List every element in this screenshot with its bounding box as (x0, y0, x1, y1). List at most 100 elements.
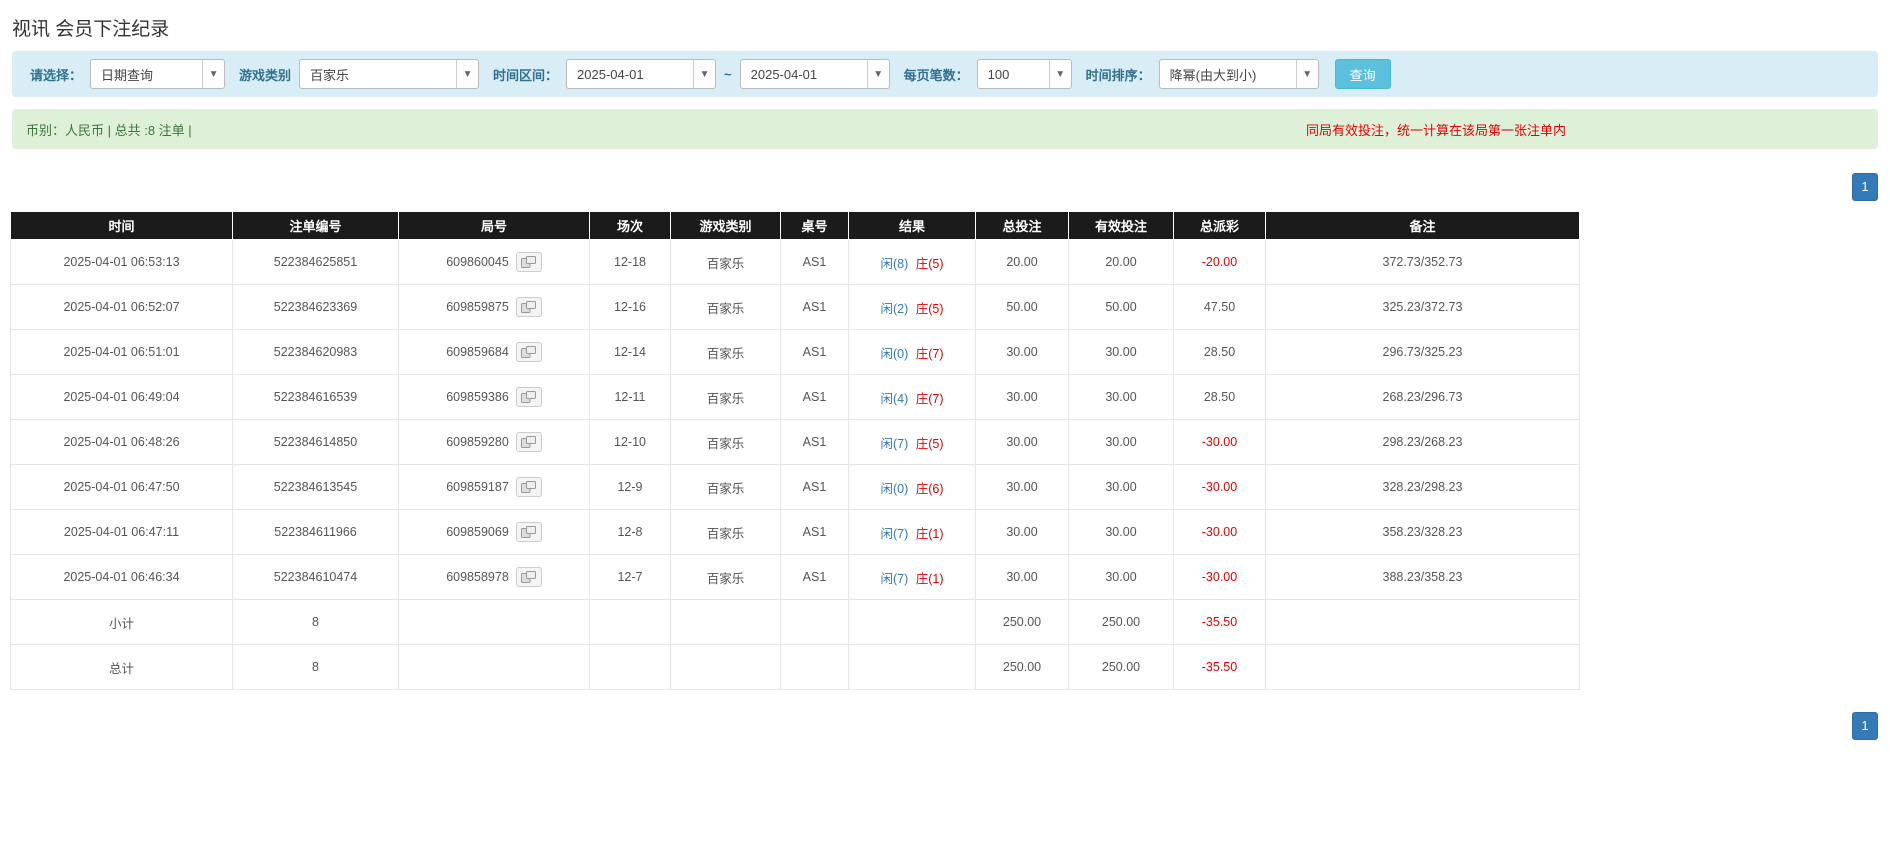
result-player: 闲(7) (880, 436, 909, 451)
column-header: 结果 (848, 211, 976, 240)
total-row: 总计 8 250.00 250.00 -35.50 (10, 644, 1580, 690)
cell-session: 12-16 (589, 284, 671, 330)
table-row: 2025-04-01 06:49:04 522384616539 6098593… (10, 374, 1580, 420)
column-header: 备注 (1265, 211, 1580, 240)
round-result-icon[interactable] (515, 297, 542, 317)
cell-valid-bet: 30.00 (1068, 374, 1174, 420)
cell-payout: -30.00 (1173, 509, 1266, 555)
cell-remark: 325.23/372.73 (1265, 284, 1580, 330)
cell-time: 2025-04-01 06:49:04 (10, 374, 233, 420)
cell-game-type: 百家乐 (670, 509, 781, 555)
round-result-icon[interactable] (515, 252, 542, 272)
cell-session: 12-11 (589, 374, 671, 420)
round-result-icon[interactable] (515, 342, 542, 362)
cell-total-bet[interactable]: 30.00 (975, 464, 1069, 510)
result-player: 闲(0) (880, 481, 909, 496)
page-size-value: 100 (987, 66, 1010, 82)
table-body: 2025-04-01 06:53:13 522384625851 6098600… (10, 239, 1580, 600)
result-banker: 庄(7) (915, 391, 944, 406)
cell-valid-bet: 30.00 (1068, 509, 1174, 555)
cell-game-type: 百家乐 (670, 554, 781, 600)
round-id-text: 609859280 (446, 435, 509, 449)
table-row: 2025-04-01 06:48:26 522384614850 6098592… (10, 419, 1580, 465)
betting-records-table: 时间 注单编号 局号 场次 游戏类别 桌号 结果 总投注 有效投注 总派彩 备注 2025-04-0… (10, 211, 1580, 690)
round-id-text: 609858978 (446, 570, 509, 584)
page-size-label: 每页笔数： (903, 67, 969, 83)
cell-payout: 28.50 (1173, 329, 1266, 375)
round-result-icon[interactable] (515, 477, 542, 497)
cell-payout: -30.00 (1173, 419, 1266, 465)
cell-total-bet[interactable]: 30.00 (975, 374, 1069, 420)
cell-total-bet[interactable]: 30.00 (975, 419, 1069, 465)
date-from-value: 2025-04-01 (577, 66, 644, 82)
table-row: 2025-04-01 06:47:50 522384613545 6098591… (10, 464, 1580, 510)
cell-game-type: 百家乐 (670, 239, 781, 285)
cell-valid-bet: 30.00 (1068, 464, 1174, 510)
round-id-text: 609859875 (446, 300, 509, 314)
column-header: 游戏类别 (670, 211, 781, 240)
page-button-1[interactable]: 1 (1852, 712, 1878, 740)
cell-time: 2025-04-01 06:52:07 (10, 284, 233, 330)
query-button[interactable]: 查询 (1334, 59, 1391, 89)
cell-total-bet[interactable]: 30.00 (975, 554, 1069, 600)
cell-session: 12-8 (589, 509, 671, 555)
cell-session: 12-9 (589, 464, 671, 510)
subtotal-row: 小计 8 250.00 250.00 -35.50 (10, 599, 1580, 645)
query-type-value: 日期查询 (101, 67, 154, 83)
cell-time: 2025-04-01 06:53:13 (10, 239, 233, 285)
currency-total-text: 币别：人民币 | 总共 :8 注单 | (26, 122, 192, 138)
query-type-select[interactable]: 日期查询 ▼ (90, 59, 226, 89)
total-valid-bet: 250.00 (1068, 644, 1174, 690)
cell-round-id: 609859280 (398, 419, 590, 465)
game-type-select[interactable]: 百家乐 ▼ (299, 59, 480, 89)
cell-round-id: 609859187 (398, 464, 590, 510)
page-size-select[interactable]: 100 ▼ (976, 59, 1072, 89)
chevron-down-icon: ▼ (866, 60, 889, 88)
cell-total-bet[interactable]: 20.00 (975, 239, 1069, 285)
chevron-down-icon: ▼ (1295, 60, 1318, 88)
cell-valid-bet: 30.00 (1068, 554, 1174, 600)
round-id-text: 609859069 (446, 525, 509, 539)
page-button-1[interactable]: 1 (1852, 173, 1878, 201)
table-row: 2025-04-01 06:51:01 522384620983 6098596… (10, 329, 1580, 375)
page-title: 视讯 会员下注纪录 (12, 19, 170, 40)
subtotal-count: 8 (232, 599, 399, 645)
column-header: 有效投注 (1068, 211, 1174, 240)
column-header: 桌号 (780, 211, 849, 240)
chevron-down-icon: ▼ (1048, 60, 1071, 88)
cell-game-type: 百家乐 (670, 464, 781, 510)
table-row: 2025-04-01 06:52:07 522384623369 6098598… (10, 284, 1580, 330)
cell-bet-id: 522384623369 (232, 284, 399, 330)
column-header: 场次 (589, 211, 671, 240)
cell-result: 闲(0) 庄(6) (848, 464, 976, 510)
cell-total-bet[interactable]: 50.00 (975, 284, 1069, 330)
time-sort-value: 降幂(由大到小) (1169, 67, 1257, 83)
total-count: 8 (232, 644, 399, 690)
cell-result: 闲(4) 庄(7) (848, 374, 976, 420)
total-label: 总计 (10, 644, 233, 690)
subtotal-total-bet: 250.00 (975, 599, 1069, 645)
game-type-value: 百家乐 (310, 67, 350, 83)
select-type-label: 请选择： (30, 67, 83, 83)
cell-table-no: AS1 (780, 554, 849, 600)
round-result-icon[interactable] (515, 522, 542, 542)
time-sort-select[interactable]: 降幂(由大到小) ▼ (1158, 59, 1319, 89)
cell-table-no: AS1 (780, 329, 849, 375)
cell-payout: 28.50 (1173, 374, 1266, 420)
cell-total-bet[interactable]: 30.00 (975, 509, 1069, 555)
result-player: 闲(4) (880, 391, 909, 406)
time-sort-label: 时间排序： (1085, 67, 1151, 83)
result-player: 闲(2) (880, 301, 909, 316)
cell-round-id: 609859069 (398, 509, 590, 555)
date-to-picker[interactable]: 2025-04-01 ▼ (739, 59, 890, 89)
cell-remark: 358.23/328.23 (1265, 509, 1580, 555)
cell-total-bet[interactable]: 30.00 (975, 329, 1069, 375)
result-player: 闲(7) (880, 526, 909, 541)
cell-table-no: AS1 (780, 374, 849, 420)
round-result-icon[interactable] (515, 432, 542, 452)
cell-session: 12-18 (589, 239, 671, 285)
round-result-icon[interactable] (515, 567, 542, 587)
round-result-icon[interactable] (515, 387, 542, 407)
chevron-down-icon: ▼ (202, 60, 225, 88)
date-from-picker[interactable]: 2025-04-01 ▼ (566, 59, 717, 89)
